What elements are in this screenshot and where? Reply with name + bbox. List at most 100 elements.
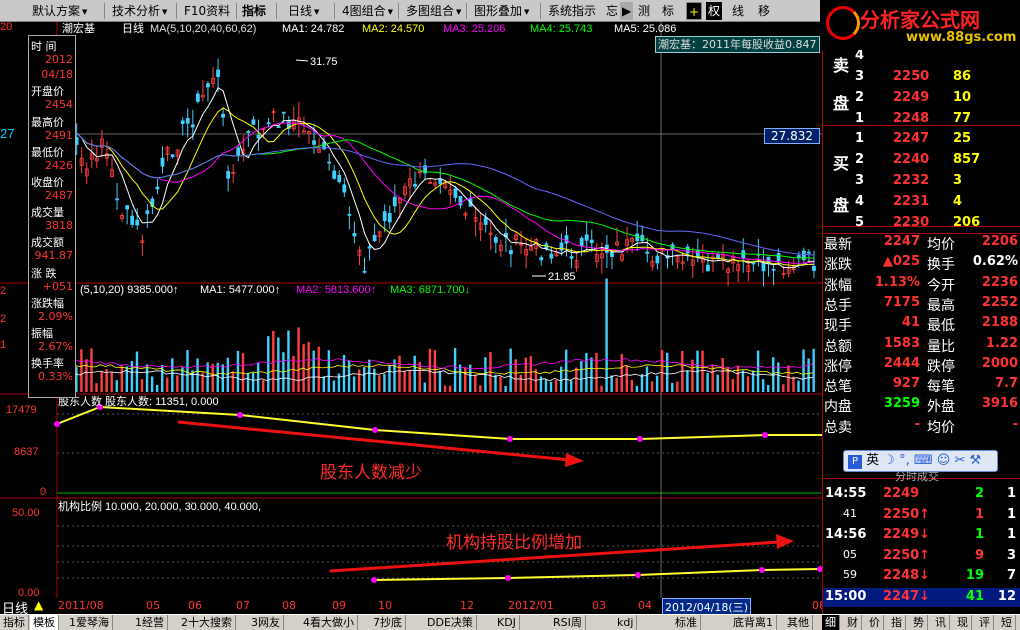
buy-price: 2231 bbox=[893, 194, 930, 209]
tick-time: 05 bbox=[843, 547, 857, 561]
tech-analysis-menu[interactable]: 技术分析 bbox=[110, 2, 169, 20]
info-value: 2.67% bbox=[38, 340, 73, 353]
right-tab[interactable]: 指 bbox=[888, 615, 906, 630]
quote-value: 7175 bbox=[883, 294, 920, 310]
info-label: 时 间 bbox=[31, 40, 57, 53]
period-menu[interactable]: 日线 bbox=[286, 2, 321, 20]
right-tab[interactable]: 财 bbox=[844, 615, 862, 630]
candle-body bbox=[180, 120, 185, 125]
volume-bar bbox=[539, 376, 543, 392]
four-chart-menu[interactable]: 4图组合 bbox=[340, 2, 395, 20]
right-tab[interactable]: 短 bbox=[998, 615, 1016, 630]
candle-body bbox=[160, 157, 165, 167]
bottom-tab[interactable]: 2十大搜索 bbox=[178, 615, 236, 630]
buy-level: 3 bbox=[855, 173, 865, 188]
bottom-tab[interactable]: DDE决策 bbox=[424, 615, 477, 630]
moon-icon[interactable]: ☽ bbox=[883, 453, 895, 468]
bottom-tab[interactable]: RSI周 bbox=[550, 615, 586, 630]
info-value: 2491 bbox=[45, 128, 73, 142]
tick-volume: 1 bbox=[974, 527, 984, 542]
date-tick: 07 bbox=[236, 599, 250, 612]
volume-bar bbox=[671, 382, 674, 392]
right-tab[interactable]: 价 bbox=[866, 615, 884, 630]
ime-toolbar[interactable]: P 英 ☽ °, ⌨ ☺ ✂ ⚒ bbox=[843, 450, 998, 472]
ma1-value: MA1: 24.782 bbox=[282, 23, 344, 35]
chart-area[interactable]: 潮宏基 日线 MA(5,10,20,40,60,62) MA1: 24.782 … bbox=[0, 21, 823, 616]
bar-info-box: 时 间 2012 04/18 开盘价 2454 最高价 2491 最低价 2426 收盘价 2487… bbox=[28, 35, 76, 398]
ime-mode[interactable]: 英 bbox=[866, 453, 879, 468]
bottom-tab[interactable]: 标准 bbox=[672, 615, 701, 630]
system-indicator-button[interactable]: 系统指示 bbox=[546, 2, 598, 20]
scroll-button[interactable]: ▶ bbox=[620, 2, 634, 20]
quote-label: 最新 bbox=[824, 237, 852, 253]
user-icon[interactable]: ☺ bbox=[937, 453, 951, 468]
forget-button[interactable]: 忘 bbox=[604, 2, 620, 20]
quote-value: 2247 bbox=[883, 234, 920, 249]
dot-icon[interactable]: °, bbox=[899, 453, 910, 468]
test-button[interactable]: 测 bbox=[636, 2, 652, 20]
info-label: 成交量 bbox=[31, 206, 64, 220]
tick-price: 2250↑ bbox=[883, 506, 931, 522]
bottom-tab[interactable]: 7抄底 bbox=[370, 615, 406, 630]
bottom-tab[interactable]: 1经营 bbox=[132, 615, 168, 630]
wrench-icon[interactable]: ⚒ bbox=[970, 453, 982, 468]
volume-bar bbox=[80, 349, 83, 392]
volume-bar bbox=[378, 375, 381, 392]
volume-bar bbox=[731, 379, 735, 392]
volume-bar bbox=[464, 367, 467, 392]
right-tab[interactable]: 细 bbox=[822, 615, 840, 630]
buy-price: 2232 bbox=[893, 173, 930, 188]
logo-url: www.88gs.com bbox=[906, 30, 1017, 45]
volume-bar bbox=[423, 382, 426, 392]
volume-bar bbox=[433, 349, 437, 392]
volume-bar bbox=[403, 371, 406, 392]
mark-button[interactable]: 标 bbox=[660, 2, 676, 20]
move-button[interactable]: 移 bbox=[756, 2, 772, 20]
volume-bar bbox=[736, 365, 740, 392]
low-price-label: 21.85 bbox=[548, 271, 576, 283]
scheme-menu[interactable]: 默认方案 bbox=[30, 2, 89, 20]
right-tab[interactable]: 讯 bbox=[932, 615, 950, 630]
tools-icon[interactable]: ✂ bbox=[954, 453, 965, 468]
overlay-menu[interactable]: 图形叠加 bbox=[472, 2, 531, 20]
volume-bar bbox=[130, 361, 134, 392]
bottom-tab[interactable]: 指标 bbox=[0, 615, 29, 630]
date-tick: 10 bbox=[378, 599, 392, 612]
quote-label: 涨幅 bbox=[824, 277, 852, 294]
f10-button[interactable]: F10资料 bbox=[182, 2, 232, 20]
keyboard-icon[interactable]: ⌨ bbox=[914, 453, 933, 468]
ma3-value: MA3: 25.206 bbox=[443, 23, 505, 35]
volume-bar bbox=[575, 367, 578, 392]
right-tab[interactable]: 评 bbox=[976, 615, 994, 630]
news-ticker[interactable]: 潮宏基：2011年每股收益0.847 bbox=[655, 36, 820, 53]
candle-body bbox=[559, 242, 564, 251]
bottom-tab[interactable]: 其他 bbox=[784, 615, 813, 630]
bottom-tab[interactable]: 模板 bbox=[30, 615, 59, 630]
bottom-tab[interactable]: 底背离1 bbox=[730, 615, 777, 630]
ma-params: MA(5,10,20,40,60,62) bbox=[150, 23, 256, 35]
candle-body bbox=[115, 198, 119, 201]
tick-time: 15:00 bbox=[825, 588, 867, 604]
bottom-tab[interactable]: 4看大做小 bbox=[300, 615, 358, 630]
quote-label: 涨跌 bbox=[824, 257, 852, 274]
bottom-tab[interactable]: kdj bbox=[614, 615, 638, 630]
bottom-tab[interactable]: KDJ bbox=[494, 615, 520, 630]
sell-level: 3 bbox=[855, 69, 865, 84]
tick-time: 59 bbox=[843, 568, 857, 581]
bottom-tab[interactable]: 1爱琴海 bbox=[66, 615, 113, 630]
line-button[interactable]: 线 bbox=[730, 2, 746, 20]
sell-level: 4 bbox=[855, 48, 865, 63]
candle-body bbox=[332, 170, 337, 179]
add-icon[interactable]: + bbox=[686, 2, 703, 20]
volume-bar bbox=[140, 379, 144, 392]
indicator-button[interactable]: 指标 bbox=[240, 2, 268, 20]
buy-volume: 25 bbox=[953, 131, 972, 146]
inst-point bbox=[371, 577, 377, 583]
bottom-tab[interactable]: 3网友 bbox=[248, 615, 284, 630]
buy-price: 2240 bbox=[893, 152, 930, 167]
right-tab[interactable]: 势 bbox=[910, 615, 928, 630]
chart-canvas[interactable]: 潮宏基 日线 MA(5,10,20,40,60,62) MA1: 24.782 … bbox=[0, 21, 823, 616]
multi-chart-menu[interactable]: 多图组合 bbox=[404, 2, 463, 20]
rights-button[interactable]: 权 bbox=[706, 2, 723, 20]
right-tab[interactable]: 现 bbox=[954, 615, 972, 630]
